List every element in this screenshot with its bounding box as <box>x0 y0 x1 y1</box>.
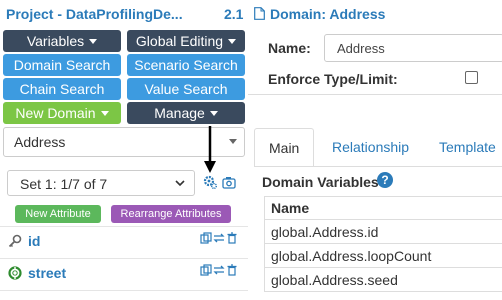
trash-icon[interactable] <box>226 264 238 276</box>
enforce-label: Enforce Type/Limit: <box>268 71 398 87</box>
scenario-search-button[interactable]: Scenario Search <box>127 54 245 76</box>
caret-down-icon <box>100 110 109 116</box>
attribute-row[interactable]: id <box>0 227 248 257</box>
tab-bar: Main Relationship Template <box>254 128 502 166</box>
domain-variables-label: Domain Variables <box>262 174 379 190</box>
rearrange-attributes-button[interactable]: Rearrange Attributes <box>111 205 231 223</box>
tab-divider <box>254 166 502 167</box>
divider <box>0 290 248 291</box>
swap-icon[interactable] <box>213 264 225 276</box>
caret-down-icon <box>89 38 98 44</box>
domain-search-button[interactable]: Domain Search <box>3 54 121 76</box>
table-header-name[interactable]: Name <box>265 196 502 220</box>
help-icon[interactable]: ? <box>377 172 393 188</box>
project-title: Project - DataProfilingDe... <box>6 6 183 22</box>
variables-button[interactable]: Variables <box>3 30 121 52</box>
new-domain-button[interactable]: New Domain <box>3 102 121 124</box>
swap-icon[interactable] <box>213 232 225 244</box>
global-editing-button[interactable]: Global Editing <box>127 30 245 52</box>
domain-title: Domain: Address <box>270 6 386 22</box>
annotation-arrow-icon <box>204 126 216 173</box>
key-icon <box>8 234 22 248</box>
set-select[interactable]: Set 1: 1/7 of 7 <box>7 170 195 196</box>
copy-icon[interactable] <box>200 264 212 276</box>
attribute-name[interactable]: id <box>28 233 40 249</box>
domain-select-value: Address <box>14 134 66 150</box>
value-search-button[interactable]: Value Search <box>127 78 245 100</box>
table-row[interactable]: global.Address.seed <box>265 268 502 292</box>
gear-icon[interactable] <box>203 175 217 189</box>
caret-down-icon <box>209 110 218 116</box>
tab-relationship[interactable]: Relationship <box>318 128 423 166</box>
caret-down-icon <box>228 38 237 44</box>
new-attribute-button[interactable]: New Attribute <box>15 205 101 223</box>
attribute-actions <box>200 232 238 244</box>
set-select-value: Set 1: 1/7 of 7 <box>20 176 108 192</box>
attribute-name[interactable]: street <box>28 265 66 281</box>
variables-button-label: Variables <box>26 33 85 49</box>
manage-button[interactable]: Manage <box>127 102 245 124</box>
copy-icon[interactable] <box>200 232 212 244</box>
document-icon <box>254 7 265 20</box>
version-label: 2.1 <box>224 6 244 22</box>
dropdown-arrow-icon <box>229 139 237 144</box>
divider <box>248 94 502 95</box>
new-domain-button-label: New Domain <box>15 105 96 121</box>
attribute-row[interactable]: street <box>0 259 248 289</box>
project-header: Project - DataProfilingDe... 2.1 <box>0 0 248 28</box>
left-panel: Project - DataProfilingDe... 2.1 Variabl… <box>0 0 248 300</box>
trash-icon[interactable] <box>226 232 238 244</box>
right-panel: Domain: Address Name: Address Enforce Ty… <box>248 0 502 300</box>
lifebuoy-icon <box>8 266 22 280</box>
enforce-checkbox[interactable] <box>465 71 478 84</box>
camera-icon[interactable] <box>222 176 236 189</box>
domain-variables-table: Name global.Address.id global.Address.lo… <box>264 196 502 292</box>
tab-main[interactable]: Main <box>254 128 315 166</box>
table-row[interactable]: global.Address.id <box>265 220 502 244</box>
chain-search-button[interactable]: Chain Search <box>3 78 121 100</box>
tab-template[interactable]: Template <box>425 128 502 166</box>
name-input[interactable]: Address <box>324 34 502 62</box>
chevron-down-icon <box>175 180 185 187</box>
manage-button-label: Manage <box>154 105 205 121</box>
attribute-actions <box>200 264 238 276</box>
name-label: Name: <box>268 40 311 56</box>
domain-header: Domain: Address <box>248 0 502 28</box>
table-row[interactable]: global.Address.loopCount <box>265 244 502 268</box>
global-editing-button-label: Global Editing <box>135 33 224 49</box>
name-input-value: Address <box>337 41 385 56</box>
